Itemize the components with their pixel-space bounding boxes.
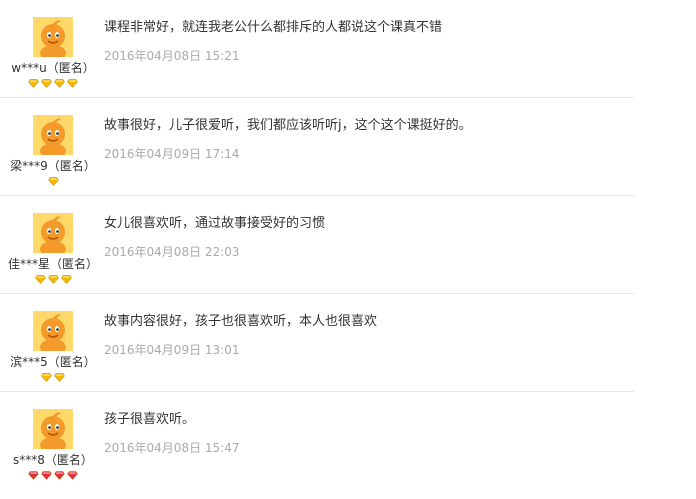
gold-diamond-icon xyxy=(34,275,46,284)
red-diamond-icon xyxy=(67,471,78,480)
user-name: w***u（匿名） xyxy=(11,61,95,75)
user-level xyxy=(0,79,106,91)
review-date: 2016年04月08日 15:21 xyxy=(104,49,240,63)
gold-diamond-icon xyxy=(47,275,59,284)
gold-diamond-icon xyxy=(54,79,65,88)
mascot-avatar-icon xyxy=(33,311,73,351)
gold-diamond-icon xyxy=(28,79,39,88)
gold-diamond-icon xyxy=(54,373,65,382)
red-diamond-icon xyxy=(28,471,39,480)
user-avatar xyxy=(33,115,73,155)
gold-diamond-icon xyxy=(67,79,78,88)
review-text: 课程非常好，就连我老公什么都排斥的人都说这个课真不错 xyxy=(104,20,443,35)
gold-diamond-icon xyxy=(41,373,52,382)
mascot-avatar-icon xyxy=(33,115,73,155)
review-date: 2016年04月08日 22:03 xyxy=(104,245,240,259)
mascot-avatar-icon xyxy=(33,409,73,449)
red-diamond-icon xyxy=(54,471,65,480)
user-avatar xyxy=(33,409,73,449)
review-list: w***u（匿名） 课程非常好，就连我老公什么都排斥的人都说这个课真不错 201… xyxy=(0,0,634,489)
user-name: s***8（匿名） xyxy=(13,453,93,467)
review-date: 2016年04月08日 15:47 xyxy=(104,441,240,455)
user-avatar xyxy=(33,311,73,351)
review-item: 梁***9（匿名） 故事很好，儿子很爱听，我们都应该听听j，这个这个课挺好的。 … xyxy=(0,98,634,196)
review-text: 故事内容很好，孩子也很喜欢听，本人也很喜欢 xyxy=(104,314,378,329)
review-text: 女儿很喜欢听，通过故事接受好的习惯 xyxy=(104,216,326,231)
review-item: 滨***5（匿名） 故事内容很好，孩子也很喜欢听，本人也很喜欢 2016年04月… xyxy=(0,294,634,392)
red-diamond-icon xyxy=(41,471,52,480)
review-text: 故事很好，儿子很爱听，我们都应该听听j，这个这个课挺好的。 xyxy=(104,118,472,133)
user-name: 梁***9（匿名） xyxy=(10,159,96,173)
review-date: 2016年04月09日 13:01 xyxy=(104,343,240,357)
user-avatar xyxy=(33,17,73,57)
user-name: 滨***5（匿名） xyxy=(10,355,96,369)
user-level xyxy=(0,275,106,287)
mascot-avatar-icon xyxy=(33,17,73,57)
user-name: 佳***星（匿名） xyxy=(7,257,98,271)
user-avatar xyxy=(33,213,73,253)
user-level xyxy=(0,373,106,385)
gold-diamond-icon xyxy=(41,79,52,88)
review-item: w***u（匿名） 课程非常好，就连我老公什么都排斥的人都说这个课真不错 201… xyxy=(0,0,634,98)
user-level xyxy=(0,471,106,483)
user-level xyxy=(0,177,106,189)
gold-diamond-icon xyxy=(47,177,59,186)
mascot-avatar-icon xyxy=(33,213,73,253)
gold-diamond-icon xyxy=(60,275,72,284)
review-item: 佳***星（匿名） 女儿很喜欢听，通过故事接受好的习惯 2016年04月08日 … xyxy=(0,196,634,294)
review-text: 孩子很喜欢听。 xyxy=(104,412,196,427)
review-item: s***8（匿名） 孩子很喜欢听。 2016年04月08日 15:47 xyxy=(0,392,634,489)
review-date: 2016年04月09日 17:14 xyxy=(104,147,240,161)
